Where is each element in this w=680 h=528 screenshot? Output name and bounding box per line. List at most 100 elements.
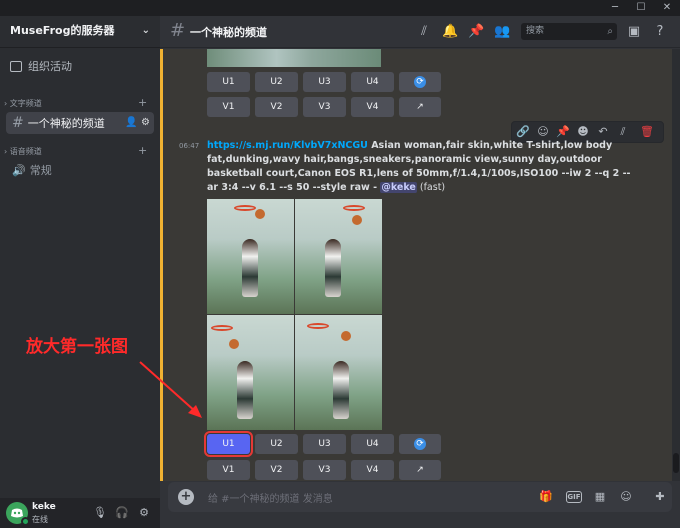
reply-icon[interactable]: ↶	[596, 125, 610, 139]
search-icon: ⌕	[607, 26, 613, 37]
pin-icon[interactable]: 📌	[556, 125, 570, 139]
annotation-label: 放大第一张图	[26, 337, 128, 357]
generated-image-grid[interactable]	[207, 199, 382, 430]
server-header[interactable]: MuseFrog的服务器 ⌄	[0, 16, 160, 48]
hoop-shape	[343, 205, 365, 211]
variation-2-button-prev[interactable]: V2	[255, 97, 298, 117]
add-voice-channel-icon[interactable]: +	[138, 145, 147, 157]
user-mention[interactable]: @keke	[380, 182, 417, 193]
reroll-button-prev[interactable]: ⟳	[399, 72, 441, 92]
player-shape	[325, 239, 341, 297]
emoji-icon[interactable]: ☻	[576, 125, 590, 139]
ball-shape	[341, 331, 351, 341]
inbox-icon[interactable]: ▣	[626, 24, 642, 40]
help-icon[interactable]: ?	[652, 24, 668, 40]
variation-1-button[interactable]: V1	[207, 460, 250, 480]
refresh-icon: ⟳	[414, 75, 426, 88]
search-input[interactable]: 搜索 ⌕	[521, 23, 617, 40]
upscale-3-button[interactable]: U3	[303, 434, 346, 454]
hoop-shape	[211, 325, 233, 331]
server-name: MuseFrog的服务器	[10, 24, 115, 37]
category-chevron-icon: ›	[4, 147, 8, 156]
reroll-button[interactable]: ⟳	[399, 434, 441, 454]
add-reaction-icon[interactable]: ☺	[536, 125, 550, 139]
text-category-label: 文字频道	[9, 99, 42, 108]
channel-settings-icon[interactable]: 👤 ⚙	[125, 112, 150, 134]
title-bar: ─ ☐ ✕	[0, 0, 680, 16]
message-feed: U1 U2 U3 U4 ⟳ V1 V2 V3 V4 ↗ 🔗 ☺ 📌 ☻ ↶ ⫽ …	[160, 49, 672, 481]
add-channel-icon[interactable]: +	[138, 97, 147, 109]
sticker-icon[interactable]: ▦	[592, 489, 608, 505]
category-chevron-icon: ›	[4, 99, 8, 108]
thread-icon[interactable]: ⫽	[616, 125, 630, 139]
variation-4-button[interactable]: V4	[351, 460, 394, 480]
upscale-4-button-prev[interactable]: U4	[351, 72, 394, 92]
variation-1-button-prev[interactable]: V1	[207, 97, 250, 117]
upscale-2-button-prev[interactable]: U2	[255, 72, 298, 92]
variation-3-button[interactable]: V3	[303, 460, 346, 480]
upscale-4-button[interactable]: U4	[351, 434, 394, 454]
upscale-2-button[interactable]: U2	[255, 434, 298, 454]
previous-image-grid[interactable]	[207, 49, 381, 67]
gift-icon[interactable]: 🎁	[538, 489, 554, 505]
chevron-down-icon: ⌄	[141, 25, 150, 36]
channel-label: 一个神秘的频道	[27, 117, 105, 130]
highlight-bar	[160, 49, 163, 481]
mode-label: (fast)	[416, 182, 446, 193]
voice-channel-category[interactable]: › 语音频道 +	[4, 145, 147, 158]
open-link-button-prev[interactable]: ↗	[399, 97, 441, 117]
maximize-icon[interactable]: ☐	[630, 0, 652, 16]
speaker-icon: 🔊	[12, 164, 26, 177]
avatar[interactable]	[6, 502, 30, 526]
threads-icon[interactable]: ⫽	[416, 24, 432, 40]
refresh-icon: ⟳	[414, 437, 426, 450]
link-icon[interactable]: 🔗	[516, 125, 530, 139]
message-composer[interactable]: + 给 #一个神秘的频道 发消息 🎁 GIF ▦ ☺ ✚	[168, 482, 672, 512]
feed-scrollbar[interactable]	[672, 49, 680, 481]
trash-icon[interactable]: 🗑	[640, 125, 654, 139]
image-tile-4[interactable]	[295, 315, 382, 430]
upscale-3-button-prev[interactable]: U3	[303, 72, 346, 92]
pin-icon[interactable]: 📌	[468, 24, 484, 40]
channel-title: 一个神秘的频道	[190, 26, 267, 39]
ball-shape	[255, 209, 265, 219]
message-content: https://s.mj.run/KlvbV7xNCGU Asian woman…	[207, 139, 639, 195]
upscale-1-button[interactable]: U1	[204, 431, 253, 457]
open-link-button[interactable]: ↗	[399, 460, 441, 480]
close-icon[interactable]: ✕	[656, 0, 678, 16]
variation-3-button-prev[interactable]: V3	[303, 97, 346, 117]
scrollbar-thumb[interactable]	[673, 453, 679, 473]
gear-icon[interactable]: ⚙	[137, 506, 151, 520]
image-link[interactable]: https://s.mj.run/KlvbV7xNCGU	[207, 140, 368, 151]
player-shape	[242, 239, 258, 297]
voice-category-label: 语音频道	[9, 147, 42, 156]
events-label: 组织活动	[28, 60, 72, 73]
image-tile-2[interactable]	[295, 199, 382, 314]
sidebar-item-general-voice[interactable]: 🔊 常规	[6, 160, 154, 182]
ball-shape	[229, 339, 239, 349]
apps-icon[interactable]: ✚	[652, 489, 668, 505]
add-attachment-icon[interactable]: +	[178, 489, 194, 505]
hash-icon: #	[12, 115, 24, 131]
minimize-icon[interactable]: ─	[604, 0, 626, 16]
member-list-icon[interactable]: 👥	[494, 24, 510, 40]
search-placeholder: 搜索	[526, 26, 545, 36]
gif-icon[interactable]: GIF	[566, 491, 582, 503]
discord-window: ─ ☐ ✕ MuseFrog的服务器 ⌄ 组织活动 › 文字频道 + # 一个神秘…	[0, 0, 680, 528]
emoji-icon[interactable]: ☺	[618, 489, 634, 505]
image-tile-3[interactable]	[207, 315, 294, 430]
microphone-icon[interactable]: 🎙	[93, 506, 107, 520]
player-shape	[237, 361, 253, 419]
hoop-shape	[234, 205, 256, 211]
upscale-1-button-prev[interactable]: U1	[207, 72, 250, 92]
message-timestamp: 06:47	[179, 142, 200, 150]
variation-4-button-prev[interactable]: V4	[351, 97, 394, 117]
sidebar-item-mystery-channel[interactable]: # 一个神秘的频道 👤 ⚙	[6, 112, 154, 134]
image-tile-1[interactable]	[207, 199, 294, 314]
ball-shape	[352, 215, 362, 225]
variation-2-button[interactable]: V2	[255, 460, 298, 480]
bell-icon[interactable]: 🔔	[442, 24, 458, 40]
text-channel-category[interactable]: › 文字频道 +	[4, 97, 147, 110]
headphones-icon[interactable]: 🎧	[115, 506, 129, 520]
events-item[interactable]: 组织活动	[10, 58, 72, 76]
